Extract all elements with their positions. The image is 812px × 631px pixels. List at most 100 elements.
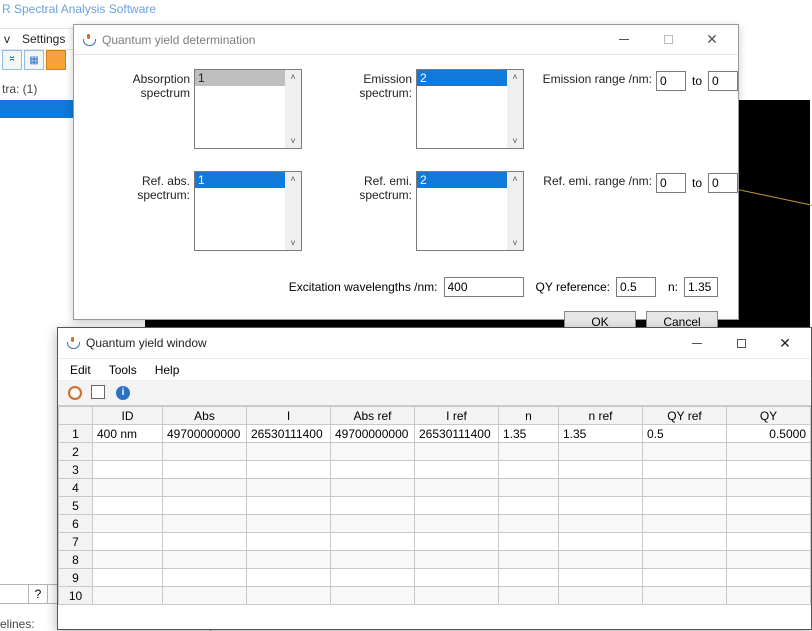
table-row[interactable]: 3 xyxy=(59,461,811,479)
table-row[interactable]: 10 xyxy=(59,587,811,605)
menu-settings[interactable]: Settings xyxy=(22,32,65,46)
table-cell[interactable] xyxy=(415,515,499,533)
table-cell[interactable] xyxy=(415,569,499,587)
table-row[interactable]: 4 xyxy=(59,479,811,497)
table-cell[interactable] xyxy=(643,479,727,497)
table-cell[interactable] xyxy=(331,551,415,569)
table-cell[interactable] xyxy=(247,587,331,605)
info-icon[interactable]: i xyxy=(114,384,132,402)
menu-help[interactable]: Help xyxy=(155,363,180,377)
lifebuoy-icon[interactable] xyxy=(66,384,84,402)
table-cell[interactable] xyxy=(559,461,643,479)
table-cell[interactable] xyxy=(643,443,727,461)
table-cell[interactable] xyxy=(331,515,415,533)
row-header[interactable]: 8 xyxy=(59,551,93,569)
table-row[interactable]: 7 xyxy=(59,533,811,551)
table-cell[interactable] xyxy=(559,443,643,461)
table-cell[interactable] xyxy=(499,533,559,551)
col-header[interactable]: I ref xyxy=(415,407,499,425)
table-cell[interactable] xyxy=(415,497,499,515)
table-cell[interactable]: 400 nm xyxy=(93,425,163,443)
table-cell[interactable] xyxy=(499,443,559,461)
abs-listbox[interactable]: 1 ˄˅ xyxy=(194,69,302,149)
table-cell[interactable] xyxy=(559,479,643,497)
toolbar-btn-3[interactable] xyxy=(46,50,66,70)
table-row[interactable]: 8 xyxy=(59,551,811,569)
table-cell[interactable] xyxy=(559,551,643,569)
table-cell[interactable] xyxy=(643,515,727,533)
maximize-button[interactable] xyxy=(719,329,763,357)
table-cell[interactable] xyxy=(643,461,727,479)
table-cell[interactable]: 0.5000 xyxy=(727,425,811,443)
table-row[interactable]: 1400 nm497000000002653011140049700000000… xyxy=(59,425,811,443)
col-header[interactable]: I xyxy=(247,407,331,425)
table-cell[interactable] xyxy=(163,569,247,587)
maximize-button[interactable] xyxy=(646,26,690,54)
help-button[interactable]: ? xyxy=(28,584,48,604)
table-cell[interactable] xyxy=(727,551,811,569)
table-row[interactable]: 2 xyxy=(59,443,811,461)
table-cell[interactable] xyxy=(499,569,559,587)
table-cell[interactable] xyxy=(93,551,163,569)
qyd-titlebar[interactable]: Quantum yield determination ✕ xyxy=(74,25,738,55)
col-header[interactable]: QY ref xyxy=(643,407,727,425)
emi-listbox[interactable]: 2 ˄˅ xyxy=(416,69,524,149)
table-cell[interactable]: 1.35 xyxy=(559,425,643,443)
table-cell[interactable] xyxy=(559,515,643,533)
table-cell[interactable] xyxy=(559,533,643,551)
table-cell[interactable] xyxy=(331,569,415,587)
table-cell[interactable] xyxy=(93,461,163,479)
table-row[interactable]: 6 xyxy=(59,515,811,533)
table-cell[interactable] xyxy=(163,461,247,479)
table-cell[interactable] xyxy=(643,569,727,587)
table-cell[interactable] xyxy=(163,443,247,461)
copy-icon[interactable] xyxy=(90,384,108,402)
row-header[interactable]: 1 xyxy=(59,425,93,443)
table-cell[interactable]: 49700000000 xyxy=(163,425,247,443)
table-cell[interactable] xyxy=(93,533,163,551)
table-cell[interactable] xyxy=(727,497,811,515)
emi-range-to-input[interactable] xyxy=(708,71,738,91)
table-cell[interactable] xyxy=(643,497,727,515)
qy-table[interactable]: ID Abs I Abs ref I ref n n ref QY ref QY… xyxy=(58,406,811,605)
table-cell[interactable] xyxy=(727,569,811,587)
menu-tools[interactable]: Tools xyxy=(109,363,137,377)
table-cell[interactable] xyxy=(93,587,163,605)
table-cell[interactable]: 26530111400 xyxy=(247,425,331,443)
table-cell[interactable] xyxy=(331,479,415,497)
row-header[interactable]: 6 xyxy=(59,515,93,533)
toolbar-btn-1[interactable]: ⎶ xyxy=(2,50,22,70)
minimize-button[interactable] xyxy=(602,26,646,54)
table-cell[interactable] xyxy=(331,587,415,605)
table-cell[interactable] xyxy=(163,533,247,551)
table-cell[interactable]: 26530111400 xyxy=(415,425,499,443)
col-header[interactable]: QY xyxy=(727,407,811,425)
table-cell[interactable] xyxy=(727,461,811,479)
table-cell[interactable] xyxy=(727,587,811,605)
sidebar-selected-item[interactable] xyxy=(0,100,77,118)
table-cell[interactable] xyxy=(163,479,247,497)
ref-emi-range-from-input[interactable] xyxy=(656,173,686,193)
ref-emi-listbox[interactable]: 2 ˄˅ xyxy=(416,171,524,251)
table-cell[interactable] xyxy=(247,461,331,479)
table-cell[interactable] xyxy=(415,479,499,497)
table-cell[interactable] xyxy=(415,551,499,569)
row-header[interactable]: 5 xyxy=(59,497,93,515)
scrollbar[interactable]: ˄˅ xyxy=(507,172,523,250)
ref-abs-listbox[interactable]: 1 ˄˅ xyxy=(194,171,302,251)
table-cell[interactable] xyxy=(163,587,247,605)
close-button[interactable]: ✕ xyxy=(690,26,734,54)
table-cell[interactable] xyxy=(643,587,727,605)
table-cell[interactable] xyxy=(331,497,415,515)
table-cell[interactable] xyxy=(499,515,559,533)
table-cell[interactable] xyxy=(415,587,499,605)
table-cell[interactable] xyxy=(415,443,499,461)
col-header[interactable]: ID xyxy=(93,407,163,425)
table-row[interactable]: 9 xyxy=(59,569,811,587)
table-cell[interactable] xyxy=(727,515,811,533)
row-header[interactable]: 7 xyxy=(59,533,93,551)
close-button[interactable]: ✕ xyxy=(763,329,807,357)
table-cell[interactable] xyxy=(415,461,499,479)
row-header[interactable]: 3 xyxy=(59,461,93,479)
table-cell[interactable] xyxy=(499,551,559,569)
